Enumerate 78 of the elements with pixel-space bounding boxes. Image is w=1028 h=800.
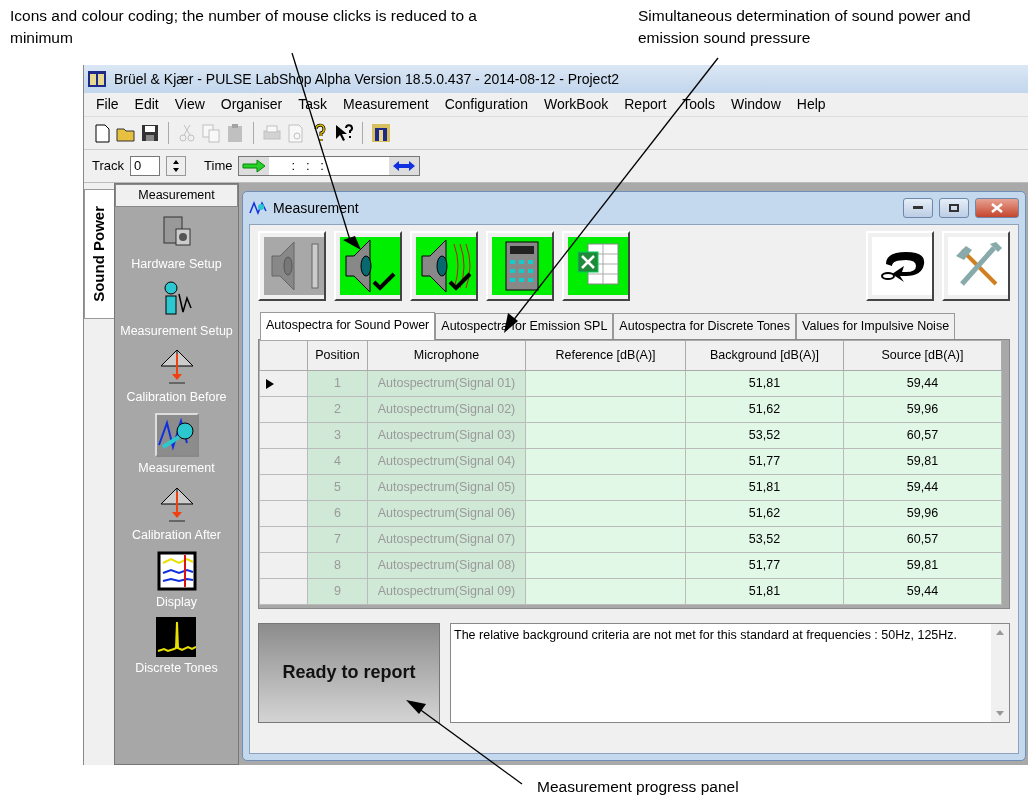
tool-button[interactable]	[258, 231, 326, 301]
menu-item[interactable]: Help	[788, 94, 834, 115]
save-icon[interactable]	[140, 123, 160, 143]
table-cell: 59,96	[843, 396, 1002, 423]
tab[interactable]: Autospectra for Discrete Tones	[613, 313, 797, 339]
app-icon	[88, 71, 106, 87]
new-file-icon[interactable]	[92, 123, 112, 143]
status-text: Ready to report	[282, 661, 416, 685]
table-cell: Autospectrum(Signal 07)	[367, 526, 526, 553]
column-header: Position	[307, 340, 368, 371]
time-value: : : :	[290, 157, 325, 176]
table-cell: Autospectrum(Signal 01)	[367, 370, 526, 397]
tool-button[interactable]	[410, 231, 478, 301]
spectrum-peak-icon[interactable]	[156, 617, 197, 658]
menu-item[interactable]: Configuration	[436, 94, 536, 115]
minimize-icon	[913, 206, 923, 210]
table-cell: 59,44	[843, 370, 1002, 397]
table-cell: 59,81	[843, 448, 1002, 475]
app-icon[interactable]	[371, 123, 391, 143]
track-label: Track	[92, 157, 125, 176]
column-header: Background [dB(A)]	[685, 340, 844, 371]
table-cell: 59,96	[843, 500, 1002, 527]
tab[interactable]: Autospectra for Sound Power	[260, 312, 436, 340]
chart-display-icon[interactable]	[156, 550, 197, 591]
menu-item[interactable]: Edit	[126, 94, 167, 115]
table-cell: 51,62	[685, 500, 844, 527]
column-header: Source [dB(A)]	[843, 340, 1002, 371]
tool-button[interactable]	[486, 231, 554, 301]
message-text: The relative background criteria are not met for this standard at frequencies : 50Hz, 125Hz.	[453, 626, 959, 644]
table-cell: 60,57	[843, 526, 1002, 553]
menu-item[interactable]: Measurement	[335, 94, 437, 115]
table-cell: 51,62	[685, 396, 844, 423]
table-cell: 59,44	[843, 474, 1002, 501]
table-cell: 51,77	[685, 448, 844, 475]
table-cell: Autospectrum(Signal 06)	[367, 500, 526, 527]
menu-item[interactable]: WorkBook	[535, 94, 617, 115]
table-cell: 51,77	[685, 552, 844, 579]
table-cell: Autospectrum(Signal 09)	[367, 578, 526, 605]
table-cell: Autospectrum(Signal 05)	[367, 474, 526, 501]
menu-item[interactable]: Report	[616, 94, 675, 115]
annotation-text: Simultaneous determination of sound power and emission sound pressure	[638, 6, 972, 48]
table-cell: Autospectrum(Signal 04)	[367, 448, 526, 475]
table-cell: 59,81	[843, 552, 1002, 579]
menu-item[interactable]: File	[88, 94, 127, 115]
tool-button[interactable]	[562, 231, 630, 301]
menu-item[interactable]: Tools	[674, 94, 723, 115]
table-cell: 60,57	[843, 422, 1002, 449]
table-cell: 51,81	[685, 578, 844, 605]
table-cell: 51,81	[685, 370, 844, 397]
tab[interactable]: Values for Impulsive Noise	[796, 313, 956, 339]
column-header: Reference [dB(A)]	[525, 340, 686, 371]
annotation-text: Icons and colour coding; the number of mouse clicks is reduced to a minimum	[10, 6, 478, 48]
table-cell: Autospectrum(Signal 08)	[367, 552, 526, 579]
time-label: Time	[204, 157, 233, 176]
spin-buttons-icon[interactable]	[166, 156, 187, 176]
sidebar-header[interactable]: Measurement	[115, 184, 238, 207]
column-header: Microphone	[367, 340, 526, 371]
pointer-help-icon[interactable]	[334, 123, 354, 143]
annotation-text: Measurement progress panel	[537, 777, 740, 797]
menu-item[interactable]: Organiser	[212, 94, 291, 115]
track-field[interactable]: 0	[130, 156, 161, 176]
tool-button[interactable]	[866, 231, 934, 301]
table-cell: Autospectrum(Signal 02)	[367, 396, 526, 423]
menu-item[interactable]: View	[166, 94, 213, 115]
tool-button[interactable]	[942, 231, 1010, 301]
tool-button[interactable]	[334, 231, 402, 301]
table-cell: 51,81	[685, 474, 844, 501]
minimize-button[interactable]	[903, 198, 933, 218]
table-cell: 53,52	[685, 526, 844, 553]
close-icon	[991, 203, 1003, 213]
table-cell: 53,52	[685, 422, 844, 449]
table-cell: 59,44	[843, 578, 1002, 605]
close-button[interactable]	[975, 198, 1019, 218]
waveform-icon	[249, 201, 267, 215]
maximize-icon	[949, 204, 959, 212]
maximize-button[interactable]	[939, 198, 969, 218]
table-cell: Autospectrum(Signal 03)	[367, 422, 526, 449]
menu-item[interactable]: Window	[722, 94, 789, 115]
